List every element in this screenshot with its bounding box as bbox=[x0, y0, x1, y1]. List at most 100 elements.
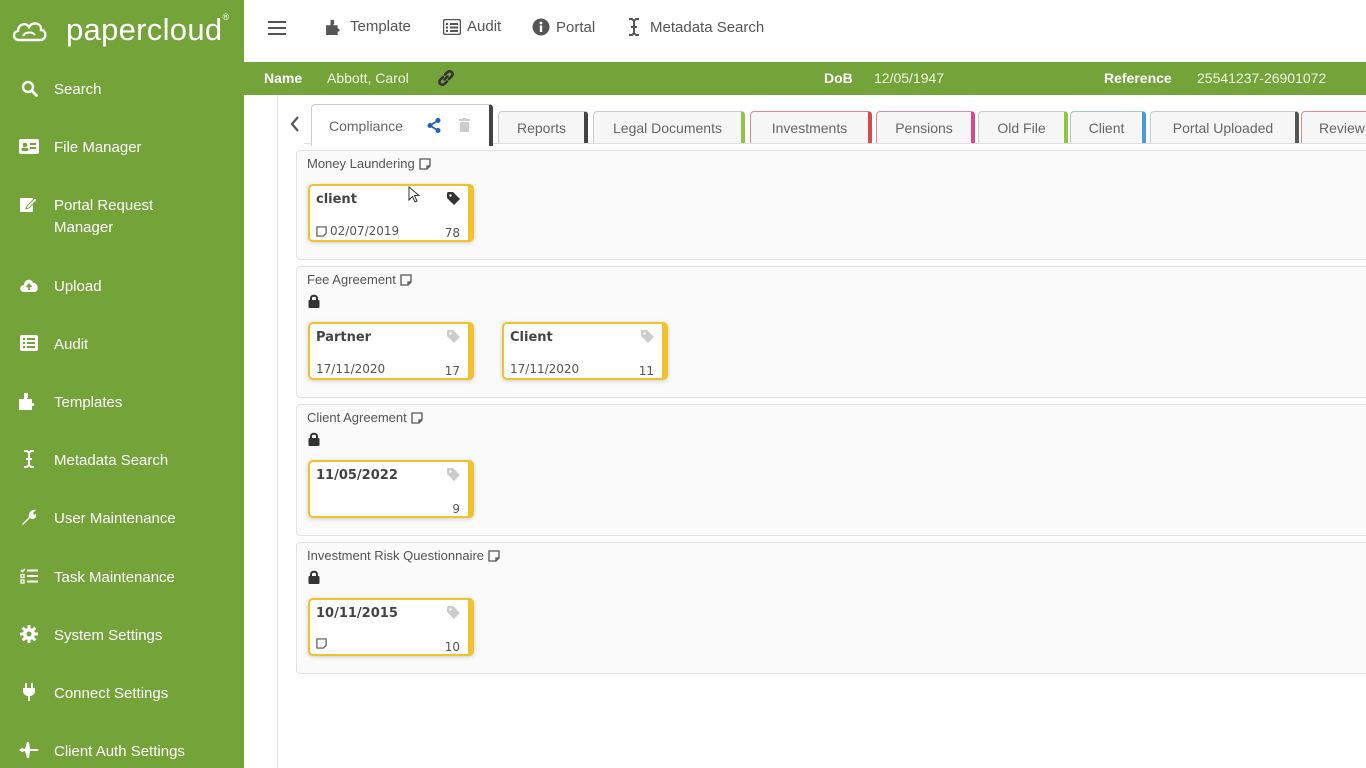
sidebar-item-label: System Settings bbox=[54, 627, 163, 644]
tag-icon[interactable] bbox=[447, 192, 460, 205]
tab-label: Pensions bbox=[895, 119, 953, 136]
tab-label: Old File bbox=[997, 119, 1046, 136]
document-card[interactable]: 10/11/2015 10 bbox=[308, 598, 474, 656]
tab-label: Legal Documents bbox=[613, 119, 722, 136]
section-title-text: Investment Risk Questionnaire bbox=[307, 548, 485, 563]
sidebar-item-label: File Manager bbox=[54, 139, 142, 156]
tab-investments[interactable]: Investments bbox=[750, 111, 872, 143]
info-icon bbox=[532, 18, 550, 36]
name-label: Name bbox=[264, 70, 303, 86]
puzzle-icon bbox=[326, 19, 340, 35]
tag-icon[interactable] bbox=[447, 606, 460, 619]
client-info-bar: Name Abbott, Carol DoB 12/05/1947 Refere… bbox=[244, 62, 1366, 95]
text-cursor-icon bbox=[629, 18, 639, 36]
sidebar-item-system-settings[interactable]: System Settings bbox=[0, 625, 244, 647]
edit-icon bbox=[19, 195, 39, 213]
sidebar-item-client-auth-settings[interactable]: Client Auth Settings bbox=[0, 741, 244, 763]
sidebar-item-label: Search bbox=[54, 81, 102, 98]
card-date: 02/07/2019 bbox=[316, 224, 399, 238]
link-icon[interactable] bbox=[436, 68, 456, 91]
sidebar-item-audit[interactable]: Audit bbox=[0, 334, 244, 356]
note-icon[interactable] bbox=[488, 549, 500, 562]
sidebar-item-portal-request-manager[interactable]: Portal Request Manager bbox=[0, 195, 200, 239]
mouse-cursor-icon bbox=[408, 186, 420, 203]
note-icon[interactable] bbox=[400, 273, 412, 286]
lock-icon bbox=[308, 294, 320, 308]
tag-icon[interactable] bbox=[641, 330, 654, 343]
note-icon[interactable] bbox=[419, 157, 431, 170]
tab-compliance[interactable]: Compliance bbox=[311, 104, 493, 146]
tab-old-file[interactable]: Old File bbox=[978, 111, 1068, 143]
sidebar-item-connect-settings[interactable]: Connect Settings bbox=[0, 683, 244, 705]
cloud-upload-icon bbox=[19, 276, 39, 294]
tab-label: Portal Uploaded bbox=[1172, 119, 1274, 136]
text-cursor-icon bbox=[19, 450, 39, 468]
tab-portal-uploaded[interactable]: Portal Uploaded bbox=[1150, 111, 1299, 143]
card-page-count: 17 bbox=[444, 364, 460, 378]
document-card[interactable]: client 02/07/2019 78 bbox=[308, 184, 474, 242]
top-link-label: Metadata Search bbox=[650, 18, 765, 36]
share-icon[interactable] bbox=[427, 118, 441, 133]
sidebar-item-label: Audit bbox=[54, 336, 89, 353]
tab-label: Review bbox=[1319, 119, 1365, 136]
lock-icon bbox=[308, 570, 320, 584]
trash-icon[interactable] bbox=[459, 118, 470, 132]
client-reference: 25541237-26901072 bbox=[1197, 70, 1327, 86]
section-title-text: Client Agreement bbox=[307, 410, 407, 425]
section-client-agreement: Client Agreement 11/05/2022 9 bbox=[296, 404, 1366, 536]
tag-icon[interactable] bbox=[447, 330, 460, 343]
tab-label: Client bbox=[1088, 119, 1125, 136]
puzzle-icon bbox=[19, 392, 39, 410]
sidebar-item-templates[interactable]: Templates bbox=[0, 392, 244, 414]
card-title: Partner bbox=[316, 330, 372, 345]
card-date: 17/11/2020 bbox=[510, 362, 580, 376]
top-link-label: Audit bbox=[467, 18, 502, 35]
tab-legal-documents[interactable]: Legal Documents bbox=[593, 111, 745, 143]
section-title: Investment Risk Questionnaire bbox=[307, 548, 500, 563]
top-link-template[interactable]: Template bbox=[326, 18, 411, 35]
sidebar-item-label: Upload bbox=[54, 278, 102, 295]
sidebar-item-metadata-search[interactable]: Metadata Search bbox=[0, 450, 244, 472]
document-card[interactable]: 11/05/2022 9 bbox=[308, 460, 474, 518]
menu-toggle-icon[interactable] bbox=[268, 21, 286, 37]
tab-client[interactable]: Client bbox=[1070, 111, 1146, 143]
top-link-metadata-search[interactable]: Metadata Search bbox=[628, 18, 764, 36]
sidebar-item-task-maintenance[interactable]: Task Maintenance bbox=[0, 567, 244, 589]
logo[interactable]: papercloud® bbox=[10, 10, 229, 50]
section-title: Fee Agreement bbox=[307, 272, 412, 287]
sidebar-item-label: User Maintenance bbox=[54, 510, 176, 527]
tab-review[interactable]: Review bbox=[1301, 111, 1366, 143]
card-page-count: 9 bbox=[452, 502, 460, 516]
sidebar-item-user-maintenance[interactable]: User Maintenance bbox=[0, 508, 244, 530]
sidebar-item-label: Connect Settings bbox=[54, 685, 169, 702]
card-title: client bbox=[316, 192, 357, 207]
document-card[interactable]: Partner 17/11/2020 17 bbox=[308, 322, 474, 380]
tab-label: Compliance bbox=[329, 117, 403, 134]
card-page-count: 10 bbox=[444, 640, 460, 654]
tab-label: Reports bbox=[516, 119, 567, 136]
section-title: Client Agreement bbox=[307, 410, 423, 425]
section-title-text: Money Laundering bbox=[307, 156, 415, 171]
note-icon[interactable] bbox=[411, 411, 423, 424]
sidebar-item-label: Task Maintenance bbox=[54, 569, 175, 586]
tab-reports[interactable]: Reports bbox=[498, 111, 588, 143]
section-fee-agreement: Fee Agreement Partner 17/11/2020 17 Clie… bbox=[296, 266, 1366, 398]
client-dob: 12/05/1947 bbox=[874, 70, 945, 86]
tab-pensions[interactable]: Pensions bbox=[876, 111, 975, 143]
top-link-portal[interactable]: Portal bbox=[532, 18, 595, 36]
list-icon bbox=[443, 18, 461, 35]
tag-icon[interactable] bbox=[447, 468, 460, 481]
sidebar-item-upload[interactable]: Upload bbox=[0, 276, 244, 298]
sidebar-item-file-manager[interactable]: File Manager bbox=[0, 137, 244, 159]
card-page-count: 11 bbox=[638, 364, 654, 378]
client-name: Abbott, Carol bbox=[327, 70, 409, 86]
cloud-logo-icon bbox=[12, 22, 47, 42]
card-title: Client bbox=[510, 330, 553, 345]
note-icon bbox=[316, 638, 327, 649]
top-link-label: Template bbox=[350, 18, 411, 35]
note-icon bbox=[316, 225, 327, 237]
document-card[interactable]: Client 17/11/2020 11 bbox=[502, 322, 668, 380]
chevron-left-icon[interactable] bbox=[288, 115, 302, 133]
top-link-audit[interactable]: Audit bbox=[443, 18, 501, 35]
sidebar-item-search[interactable]: Search bbox=[0, 79, 244, 101]
